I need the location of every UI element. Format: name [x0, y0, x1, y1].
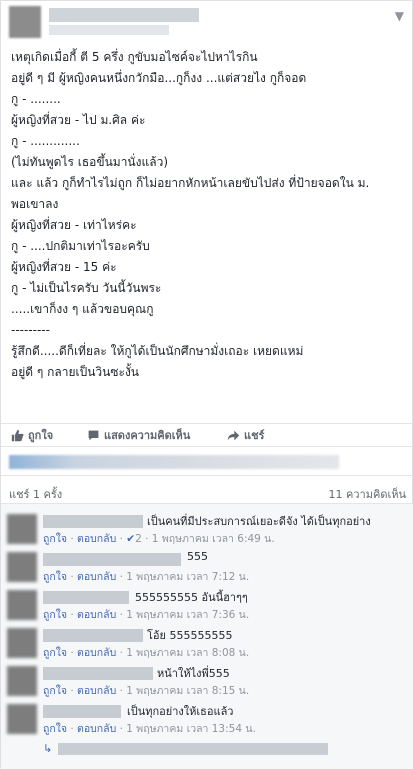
post-line: กู - ไม่เป็นไรครับ วันนี้วันพระ — [11, 281, 162, 295]
commenter-name-blurred[interactable] — [43, 629, 143, 642]
avatar[interactable] — [7, 514, 37, 544]
commenter-name-blurred[interactable] — [43, 553, 181, 566]
reaction-count[interactable]: 2 — [135, 533, 142, 545]
comment-label: แสดงความคิดเห็น — [104, 429, 191, 442]
comment-actions: ถูกใจ · ตอบกลับ · 1 พฤษภาคม เวลา 7:12 น. — [43, 571, 250, 583]
view-replies-link[interactable]: ↳ — [43, 742, 329, 755]
comment-item: โอ้ย 555555555 ถูกใจ · ตอบกลับ · 1 พฤษภา… — [1, 626, 413, 664]
post-line: ผู้หญิงที่สวย - 15 ค่ะ — [11, 260, 117, 274]
comment-time[interactable]: 1 พฤษภาคม เวลา 8:15 น. — [126, 685, 249, 697]
like-badge-icon: ✔ — [126, 533, 136, 545]
comment-actions: ถูกใจ · ตอบกลับ · 1 พฤษภาคม เวลา 8:08 น. — [43, 647, 250, 659]
comment-icon — [88, 430, 99, 440]
comment-time[interactable]: 1 พฤษภาคม เวลา 13:54 น. — [126, 723, 256, 735]
post-body: เหตุเกิดเมื่อกี้ ตี 5 ครึ่ง กูขับมอไซค์จ… — [11, 47, 406, 383]
avatar[interactable] — [7, 628, 37, 658]
post-line: อยู่ดี ๆ มี ผู้หญิงคนหนึ่งกวักมือ...กูก็… — [11, 71, 307, 85]
like-button[interactable]: ถูกใจ — [11, 426, 53, 444]
post-line: --------- — [11, 323, 50, 337]
comment-text: หน้าให้ไงพี่555 — [157, 667, 230, 680]
comment-time[interactable]: 1 พฤษภาคม เวลา 7:12 น. — [126, 571, 249, 583]
commenter-name-blurred[interactable] — [43, 705, 121, 718]
comment-time[interactable]: 1 พฤษภาคม เวลา 8:08 น. — [126, 647, 249, 659]
comment-reply-link[interactable]: ตอบกลับ — [77, 647, 116, 659]
comment-actions: ถูกใจ · ตอบกลับ · 1 พฤษภาคม เวลา 13:54 น… — [43, 723, 256, 735]
post-line: .....เขาก็งง ๆ แล้วขอบคุณกู — [11, 302, 154, 316]
like-label: ถูกใจ — [28, 429, 54, 442]
action-bar: ถูกใจ แสดงความคิดเห็น แชร์ — [1, 423, 413, 445]
reply-arrow-icon: ↳ — [43, 742, 53, 755]
post-card: ▼ เหตุเกิดเมื่อกี้ ตี 5 ครึ่ง กูขับมอไซค… — [0, 0, 413, 769]
post-line: เหตุเกิดเมื่อกี้ ตี 5 ครึ่ง กูขับมอไซค์จ… — [11, 50, 258, 64]
comment-list: เป็นคนที่มีประสบการณ์เยอะดีจัง ได้เป็นทุ… — [1, 503, 413, 769]
post-line: กู - ....ปกติมาเท่าไรอะครับ — [11, 239, 150, 253]
reactions-row — [1, 446, 413, 476]
comment-like-link[interactable]: ถูกใจ — [43, 609, 67, 621]
post-line: อยู่ดี ๆ กลายเป็นวินซะงั้น — [11, 365, 140, 379]
comment-text: 555 — [187, 550, 208, 563]
avatar[interactable] — [7, 666, 37, 696]
share-arrow-icon — [227, 430, 240, 440]
comment-reply-link[interactable]: ตอบกลับ — [77, 685, 116, 697]
post-line: กู - ........ — [11, 92, 61, 106]
comment-like-link[interactable]: ถูกใจ — [43, 685, 67, 697]
commenter-name-blurred[interactable] — [43, 667, 153, 680]
comment-actions: ถูกใจ · ตอบกลับ · 1 พฤษภาคม เวลา 8:15 น. — [43, 685, 250, 697]
comment-reply-link[interactable]: ตอบกลับ — [77, 609, 116, 621]
comment-actions: ถูกใจ · ตอบกลับ · ✔2 · 1 พฤษภาคม เวลา 6:… — [43, 533, 275, 545]
commenter-name-blurred[interactable] — [43, 515, 143, 528]
comment-like-link[interactable]: ถูกใจ — [43, 533, 67, 545]
comment-count[interactable]: 11 ความคิดเห็น — [329, 485, 407, 503]
comment-reply-link[interactable]: ตอบกลับ — [77, 533, 116, 545]
comment-reply-link[interactable]: ตอบกลับ — [77, 723, 116, 735]
post-header: ▼ — [1, 1, 413, 45]
replies-blurred — [58, 742, 329, 755]
comment-item: 555555555 อันนี้ฮาๆๆ ถูกใจ · ตอบกลับ · 1… — [1, 588, 413, 626]
post-line: ผู้หญิงที่สวย - ไป ม.ศิล ค่ะ — [11, 113, 146, 127]
comment-like-link[interactable]: ถูกใจ — [43, 571, 67, 583]
share-count[interactable]: แชร์ 1 ครั้ง — [9, 485, 62, 503]
share-button[interactable]: แชร์ — [227, 426, 264, 444]
comment-like-link[interactable]: ถูกใจ — [43, 647, 67, 659]
avatar[interactable] — [7, 590, 37, 620]
comment-text: เป็นคนที่มีประสบการณ์เยอะดีจัง ได้เป็นทุ… — [147, 515, 371, 528]
comment-item: หน้าให้ไงพี่555 ถูกใจ · ตอบกลับ · 1 พฤษภ… — [1, 664, 413, 702]
author-name-blurred[interactable] — [49, 8, 199, 22]
comment-text: เป็นทุกอย่างให้เธอแล้ว — [127, 705, 234, 718]
comment-button[interactable]: แสดงความคิดเห็น — [87, 426, 190, 444]
reactions-blurred[interactable] — [9, 455, 339, 469]
comment-time[interactable]: 1 พฤษภาคม เวลา 6:49 น. — [152, 533, 275, 545]
post-line: รู้สึกดี.....ดีก็เที่ยละ ให้กูได้เป็นนัก… — [11, 344, 304, 358]
comment-reply-link[interactable]: ตอบกลับ — [77, 571, 116, 583]
post-line: ผู้หญิงที่สวย - เท่าไหร่คะ — [11, 218, 137, 232]
author-avatar[interactable] — [9, 6, 41, 38]
post-line: พอเขาลง — [11, 197, 59, 211]
chevron-down-icon[interactable]: ▼ — [395, 9, 404, 23]
avatar[interactable] — [7, 552, 37, 582]
post-date-blurred — [49, 25, 169, 35]
comment-time[interactable]: 1 พฤษภาคม เวลา 7:36 น. — [126, 609, 249, 621]
comment-item: เป็นทุกอย่างให้เธอแล้ว ถูกใจ · ตอบกลับ ·… — [1, 702, 413, 740]
post-line: และ แล้ว กูก็ทำไรไม่ถูก ก็ไม่อยากหักหน้า… — [11, 176, 370, 190]
comment-text: 555555555 อันนี้ฮาๆๆ — [135, 591, 248, 604]
share-comment-count: แชร์ 1 ครั้ง 11 ความคิดเห็น — [1, 481, 413, 503]
comment-text: โอ้ย 555555555 — [147, 629, 233, 642]
share-label: แชร์ — [244, 429, 265, 442]
commenter-name-blurred[interactable] — [43, 591, 129, 604]
avatar[interactable] — [7, 704, 37, 734]
thumbs-up-icon — [11, 429, 24, 441]
comment-item: 555 ถูกใจ · ตอบกลับ · 1 พฤษภาคม เวลา 7:1… — [1, 550, 413, 588]
comment-item: เป็นคนที่มีประสบการณ์เยอะดีจัง ได้เป็นทุ… — [1, 512, 413, 550]
comment-like-link[interactable]: ถูกใจ — [43, 723, 67, 735]
post-line: กู - ............. — [11, 134, 80, 148]
post-line: (ไม่ทันพูดไร เธอขึ้นมานั่งแล้ว) — [11, 155, 168, 169]
comment-actions: ถูกใจ · ตอบกลับ · 1 พฤษภาคม เวลา 7:36 น. — [43, 609, 250, 621]
